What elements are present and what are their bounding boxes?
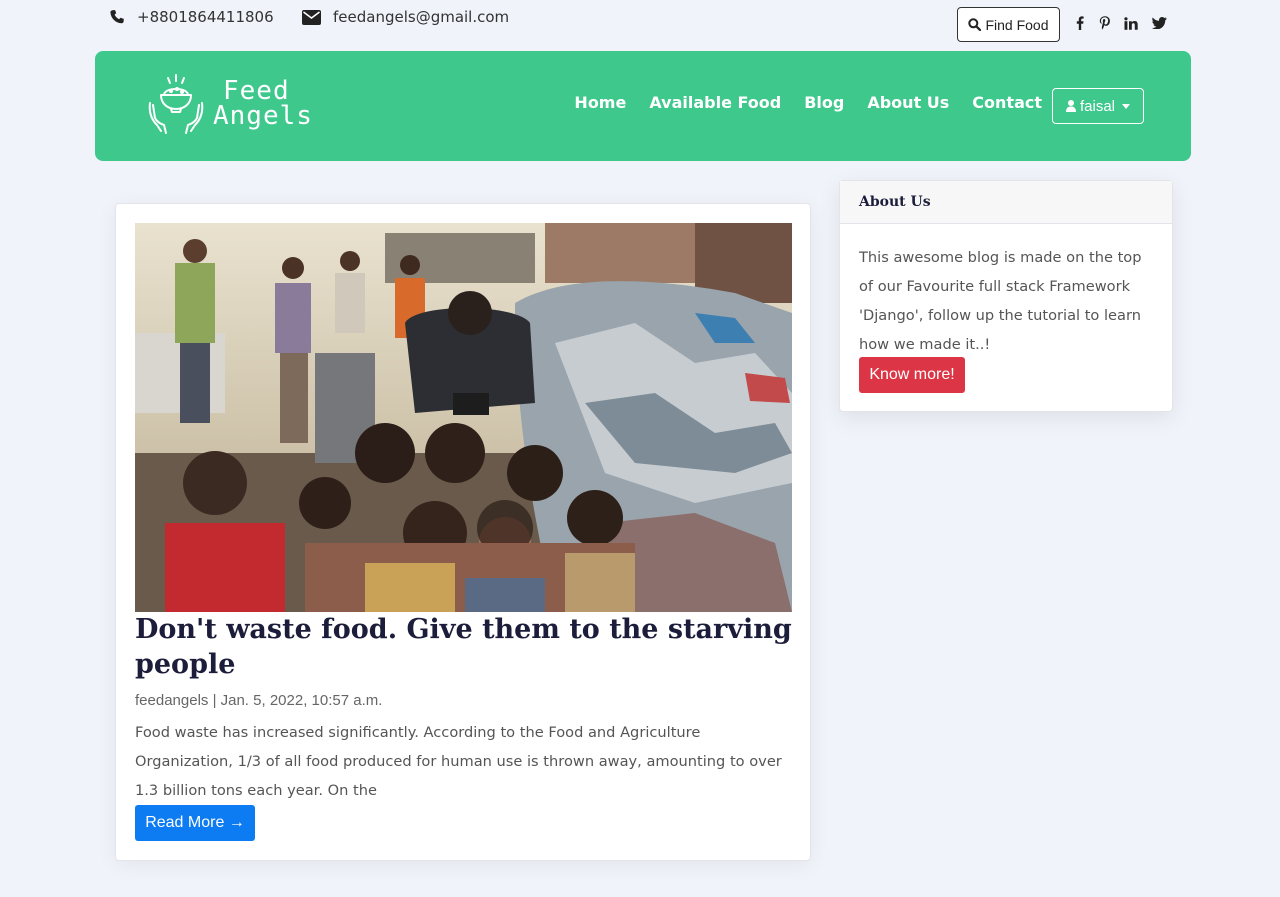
user-name: faisal xyxy=(1079,97,1116,115)
nav-links: Home Available Food Blog About Us Contac… xyxy=(551,93,1042,112)
post-image xyxy=(135,223,792,612)
nav-link-available-food[interactable]: Available Food xyxy=(649,93,781,112)
twitter-icon xyxy=(1151,17,1167,29)
top-bar: +8801864411806 feedangels@gmail.com Find… xyxy=(0,0,1280,48)
post-excerpt: Food waste has increased significantly. … xyxy=(135,724,782,799)
about-us-card: About Us This awesome blog is made on th… xyxy=(839,180,1173,412)
email-address: feedangels@gmail.com xyxy=(333,8,510,26)
caret-down-icon xyxy=(1122,103,1131,109)
nav-link-home[interactable]: Home xyxy=(574,93,626,112)
post-title[interactable]: Don't waste food. Give them to the starv… xyxy=(135,612,795,682)
email-contact: feedangels@gmail.com xyxy=(302,8,509,26)
phone-contact: +8801864411806 xyxy=(109,8,274,26)
linkedin-icon xyxy=(1124,16,1138,30)
envelope-icon xyxy=(302,9,321,25)
about-us-header: About Us xyxy=(840,181,1172,224)
nav-link-about-us[interactable]: About Us xyxy=(867,93,949,112)
main-navbar: Feed Angels Home Available Food Blog Abo… xyxy=(95,51,1191,161)
facebook-icon xyxy=(1076,16,1084,30)
phone-icon xyxy=(110,10,124,24)
pinterest-icon xyxy=(1099,16,1110,30)
find-food-button[interactable]: Find Food xyxy=(957,7,1060,42)
pinterest-link[interactable] xyxy=(1096,14,1114,32)
brand-name: Feed Angels xyxy=(213,78,313,131)
user-icon xyxy=(1065,100,1076,112)
twitter-link[interactable] xyxy=(1150,14,1168,32)
facebook-link[interactable] xyxy=(1071,14,1089,32)
user-dropdown-button[interactable]: faisal xyxy=(1052,88,1144,124)
brand-line-2: Angels xyxy=(213,101,313,131)
search-icon xyxy=(968,18,982,31)
post-meta: feedangels | Jan. 5, 2022, 10:57 a.m. xyxy=(135,692,383,709)
read-more-button[interactable]: Read More → xyxy=(135,805,255,841)
feed-angels-logo-icon xyxy=(148,74,204,134)
find-food-label: Find Food xyxy=(985,16,1049,33)
linkedin-link[interactable] xyxy=(1122,14,1140,32)
brand-logo[interactable]: Feed Angels xyxy=(147,73,313,135)
blog-post-card: Don't waste food. Give them to the starv… xyxy=(115,203,811,861)
phone-number: +8801864411806 xyxy=(137,8,274,26)
nav-link-contact[interactable]: Contact xyxy=(972,93,1042,112)
nav-link-blog[interactable]: Blog xyxy=(804,93,844,112)
know-more-button[interactable]: Know more! xyxy=(859,357,965,393)
about-us-text: This awesome blog is made on the top of … xyxy=(859,249,1142,353)
